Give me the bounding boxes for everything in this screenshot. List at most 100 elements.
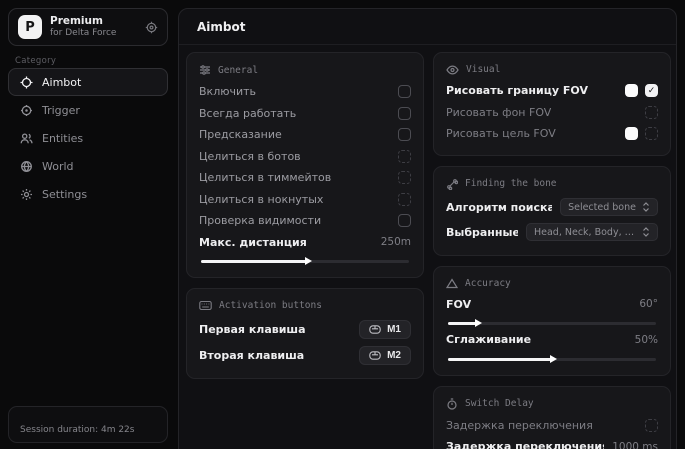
toggle-label: Всегда работать (199, 107, 296, 120)
sidebar-nav: Aimbot Trigger Entities (8, 68, 168, 208)
mouse-icon (369, 325, 381, 334)
toggle-row: Включить ✓ (199, 81, 411, 103)
sidebar-item-world[interactable]: World (8, 152, 168, 180)
toggle-row: Целиться в ботов ✓ (199, 146, 411, 168)
bone-row: Выбранные кости Head, Neck, Body, Pe... (446, 220, 658, 245)
sidebar-item-label: Aimbot (42, 76, 81, 89)
right-column: Visual Рисовать границу FOV ✓ Рисовать ф… (433, 52, 671, 449)
checkbox[interactable]: ✓ (398, 214, 411, 227)
checkbox[interactable]: ✓ (398, 128, 411, 141)
select-value: Head, Neck, Body, Pe... (534, 227, 636, 238)
keyboard-icon (199, 300, 212, 311)
switch-delay-panel-title: Switch Delay (446, 398, 658, 410)
slider-fill[interactable] (448, 322, 477, 325)
slider-label: Задержка переключения (мс) (446, 440, 604, 449)
keybind-button-m1[interactable]: M1 (359, 320, 411, 339)
fov-slider[interactable] (448, 322, 656, 325)
selected-bones-select[interactable]: Head, Neck, Body, Pe... (526, 223, 658, 241)
checkbox[interactable]: ✓ (645, 127, 658, 140)
eye-icon (446, 65, 459, 75)
keybind-key: M1 (387, 324, 401, 335)
smoothing-slider[interactable] (448, 358, 656, 361)
checkbox[interactable]: ✓ (398, 193, 411, 206)
toggle-label: Проверка видимости (199, 214, 321, 227)
slider-fill[interactable] (201, 260, 307, 263)
accuracy-panel-title: Accuracy (446, 278, 658, 289)
keybind-key: M2 (387, 350, 401, 361)
activation-panel-title: Activation buttons (199, 300, 411, 311)
sidebar-item-label: World (42, 160, 74, 173)
visual-row: Рисовать границу FOV ✓ (446, 80, 658, 102)
main-panel: Aimbot General Включить ✓ Всегда работат… (178, 8, 677, 449)
globe-icon (20, 160, 33, 173)
timer-icon (446, 398, 458, 410)
gear-icon (20, 188, 33, 201)
toggle-row: Задержка переключения ✓ (446, 415, 658, 437)
target-icon[interactable] (145, 21, 158, 34)
checkbox[interactable]: ✓ (645, 419, 658, 432)
smoothing-row: Сглаживание 50% (446, 329, 658, 351)
fov-row: FOV 60° (446, 294, 658, 316)
max-distance-row: Макс. дистанция 250m (199, 232, 411, 254)
sidebar-item-trigger[interactable]: Trigger (8, 96, 168, 124)
toggle-row: Всегда работать ✓ (199, 103, 411, 125)
max-distance-slider[interactable] (201, 260, 409, 263)
visual-row: Рисовать фон FOV ✓ (446, 102, 658, 124)
toggle-row: Проверка видимости ✓ (199, 210, 411, 232)
page-title: Aimbot (179, 9, 676, 45)
checkbox[interactable]: ✓ (398, 85, 411, 98)
visual-row: Рисовать цель FOV ✓ (446, 123, 658, 145)
color-swatch[interactable] (625, 127, 638, 140)
toggle-label: Предсказание (199, 128, 282, 141)
toggle-row: Предсказание ✓ (199, 124, 411, 146)
keybind-row: Вторая клавиша M2 (199, 342, 411, 368)
checkbox[interactable]: ✓ (398, 171, 411, 184)
visual-label: Рисовать фон FOV (446, 106, 551, 119)
select-value: Selected bone (568, 202, 636, 213)
bone-label: Выбранные кости (446, 226, 518, 239)
toggle-row: Целиться в тиммейтов ✓ (199, 167, 411, 189)
slider-label: FOV (446, 298, 471, 311)
checkbox[interactable]: ✓ (398, 107, 411, 120)
category-label: Category (15, 56, 56, 66)
sidebar-item-aimbot[interactable]: Aimbot (8, 68, 168, 96)
visual-panel: Visual Рисовать границу FOV ✓ Рисовать ф… (433, 52, 671, 156)
chevron-up-down-icon (642, 202, 650, 212)
bone-icon (446, 178, 458, 190)
sidebar-item-entities[interactable]: Entities (8, 124, 168, 152)
triangle-icon (446, 278, 458, 289)
toggle-label: Целиться в тиммейтов (199, 171, 331, 184)
left-column: General Включить ✓ Всегда работать ✓ Пре… (186, 52, 424, 379)
sidebar: P Premium for Delta Force Category Aimbo… (0, 0, 178, 449)
delay-row: Задержка переключения (мс) 1000 ms (446, 436, 658, 449)
sidebar-item-label: Trigger (42, 104, 80, 117)
slider-value: 50% (635, 334, 658, 346)
slider-label: Макс. дистанция (199, 236, 307, 249)
slider-fill[interactable] (448, 358, 552, 361)
toggle-row: Целиться в нокнутых ✓ (199, 189, 411, 211)
toggle-label: Задержка переключения (446, 419, 593, 432)
app-logo: P (18, 15, 42, 39)
keybind-row: Первая клавиша M1 (199, 316, 411, 342)
keybind-label: Вторая клавиша (199, 349, 304, 362)
bone-panel-title: Finding the bone (446, 178, 658, 190)
checkbox[interactable]: ✓ (645, 106, 658, 119)
visual-label: Рисовать цель FOV (446, 127, 556, 140)
crosshair-icon (20, 76, 33, 89)
brand-subtitle: for Delta Force (50, 28, 116, 39)
bone-algorithm-select[interactable]: Selected bone (560, 198, 658, 216)
keybind-button-m2[interactable]: M2 (359, 346, 411, 365)
general-panel-title: General (199, 64, 411, 76)
visual-label: Рисовать границу FOV (446, 84, 588, 97)
sidebar-item-settings[interactable]: Settings (8, 180, 168, 208)
brand-card: P Premium for Delta Force (8, 8, 168, 46)
keybind-label: Первая клавиша (199, 323, 306, 336)
scope-icon (20, 104, 33, 117)
toggle-label: Включить (199, 85, 256, 98)
checkbox[interactable]: ✓ (398, 150, 411, 163)
mouse-icon (369, 351, 381, 360)
checkbox[interactable]: ✓ (645, 84, 658, 97)
color-swatch[interactable] (625, 84, 638, 97)
toggle-label: Целиться в нокнутых (199, 193, 323, 206)
entities-icon (20, 132, 33, 145)
